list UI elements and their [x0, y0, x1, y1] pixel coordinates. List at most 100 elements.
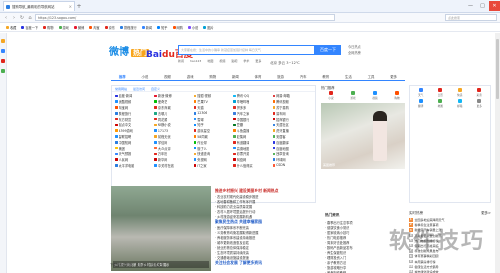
bookmark-item[interactable]: 网购: [172, 25, 183, 30]
site-link[interactable]: 网易·邮箱: [272, 93, 312, 98]
recommend-item[interactable]: 小说: [321, 91, 341, 101]
bookmark-item[interactable]: 新闻: [141, 25, 152, 30]
new-tab-button[interactable]: +: [75, 3, 83, 10]
news-image[interactable]: 乡村振兴新面貌 美丽乡村建设成果展示: [111, 186, 211, 271]
tool-item[interactable]: 更多: [471, 99, 489, 108]
bookmark-item[interactable]: 知乎: [157, 25, 168, 30]
hot-link[interactable]: 新闻: [178, 59, 184, 63]
browser-search-field[interactable]: 点此搜索: [445, 14, 497, 21]
site-link[interactable]: 凤凰网: [233, 157, 272, 162]
sidebar-favorite-icon[interactable]: [1, 39, 5, 43]
grid-subtab[interactable]: 自定义: [151, 87, 160, 91]
site-link[interactable]: 大众点评: [154, 146, 193, 151]
site-link[interactable]: 斗鱼直播: [233, 128, 272, 133]
nav-tab[interactable]: 工具: [360, 74, 383, 79]
bookmark-item[interactable]: 收藏: [6, 25, 16, 30]
site-link[interactable]: 搜狐·视频: [193, 93, 233, 98]
url-field[interactable]: https://123.sogou.com/: [35, 14, 335, 21]
tool-item[interactable]: 翻译: [412, 99, 430, 108]
weibo-logo[interactable]: 微博 热门: [109, 43, 149, 58]
site-link[interactable]: 百度地图: [272, 146, 312, 151]
forward-icon[interactable]: ›: [11, 15, 17, 21]
tool-item[interactable]: 日历: [432, 88, 450, 97]
site-link[interactable]: 易车网: [272, 111, 312, 116]
rank-more-link[interactable]: 更多>: [481, 211, 491, 218]
site-link[interactable]: 赶集网: [233, 134, 272, 139]
site-link[interactable]: 中国银行: [233, 117, 272, 122]
site-link[interactable]: 新浪·微博: [154, 93, 193, 98]
site-link[interactable]: 中关村在线: [154, 163, 193, 168]
nav-tab[interactable]: 汽车: [292, 74, 315, 79]
site-link[interactable]: 游民星空: [193, 128, 233, 133]
bookmark-item[interactable]: 游戏: [58, 25, 69, 30]
grid-subtab[interactable]: 常用网站: [115, 87, 127, 91]
site-link[interactable]: 豆瓣: [233, 122, 272, 127]
recommend-photo[interactable]: 美图推荐: [321, 103, 405, 169]
bookmark-item[interactable]: 图片: [203, 25, 214, 30]
site-link[interactable]: 央视网: [193, 157, 233, 162]
scrollbar-thumb[interactable]: [496, 39, 499, 99]
nav-tab[interactable]: 更多: [382, 74, 405, 79]
site-link[interactable]: 智联招聘: [115, 134, 154, 139]
recommend-item[interactable]: 购物: [387, 91, 407, 101]
bookmark-item[interactable]: 淘宝: [89, 25, 100, 30]
site-link[interactable]: 彩票开奖: [233, 151, 272, 156]
site-link[interactable]: 淘宝网: [115, 105, 154, 110]
site-link[interactable]: 学信网: [154, 140, 193, 145]
site-link[interactable]: 招商银行: [272, 117, 312, 122]
bottom-bar[interactable]: 下载搜狗浏览器 · 设为主页 · 意见反馈: [110, 262, 164, 267]
site-link[interactable]: 腾讯视频: [272, 99, 312, 104]
site-link[interactable]: 美团: [115, 146, 154, 151]
site-link[interactable]: 前程无忧: [154, 134, 193, 139]
site-link[interactable]: 汽车之家: [233, 111, 272, 116]
home-icon[interactable]: ⌂: [27, 15, 33, 21]
bookmark-item[interactable]: 京东: [104, 25, 115, 30]
close-button[interactable]: ✕: [489, 1, 500, 11]
maximize-button[interactable]: □: [477, 1, 488, 11]
sidebar-app-icon[interactable]: [1, 69, 5, 73]
site-link[interactable]: 12306: [193, 111, 233, 115]
hot-link[interactable]: 贴吧: [231, 59, 237, 63]
hot-link[interactable]: hao123: [190, 59, 201, 63]
recommend-item[interactable]: 游戏: [343, 91, 363, 101]
site-link[interactable]: 天猫: [193, 105, 233, 110]
site-link[interactable]: 爱奇艺: [154, 99, 193, 104]
site-link[interactable]: 4399游戏: [115, 128, 154, 133]
news-headline[interactable]: 关注社会发展 了解更多资讯: [215, 260, 315, 266]
site-link[interactable]: 腾讯·QQ: [233, 93, 272, 98]
bookmark-item[interactable]: 微博: [73, 25, 84, 30]
tool-item[interactable]: 天气: [412, 88, 430, 97]
site-link[interactable]: 安居客: [272, 134, 312, 139]
site-link[interactable]: 17173: [154, 129, 193, 133]
site-link[interactable]: 百度翻译: [272, 140, 312, 145]
site-link[interactable]: 虎牙直播: [272, 128, 312, 133]
site-link[interactable]: 中国知网: [115, 140, 154, 145]
site-link[interactable]: 携程旅行: [115, 111, 154, 116]
minimize-button[interactable]: —: [465, 1, 476, 11]
bookmark-item[interactable]: 携程旅行: [120, 25, 137, 30]
site-link[interactable]: 饿了么: [193, 146, 233, 151]
nav-tab[interactable]: 新闻: [224, 74, 247, 79]
site-link[interactable]: 苏宁易购: [272, 105, 312, 110]
site-link[interactable]: 有道翻译: [233, 140, 272, 145]
site-link[interactable]: 京东商城: [154, 105, 193, 110]
tool-item[interactable]: 彩票: [471, 88, 489, 97]
site-link[interactable]: 万年历: [154, 151, 193, 156]
site-link[interactable]: 百度·新闻: [115, 93, 154, 98]
refresh-icon[interactable]: ↻: [19, 15, 25, 21]
tool-item[interactable]: 快递: [451, 88, 469, 97]
nav-tab[interactable]: 推荐: [111, 74, 134, 79]
sidebar-history-icon[interactable]: [1, 49, 5, 53]
tab-close-icon[interactable]: ×: [69, 4, 72, 9]
bookmark-item[interactable]: 小说: [187, 25, 198, 30]
nav-tab[interactable]: 旅游: [269, 74, 292, 79]
site-link[interactable]: 雪球: [193, 117, 233, 122]
site-link[interactable]: 哔哩哔哩: [233, 99, 272, 104]
search-input[interactable]: 大家都在搜：生活中的小确幸 新冠疫苗加强针接种 每日天气: [178, 45, 315, 55]
bookmark-item[interactable]: 百度一下: [21, 25, 38, 30]
site-link[interactable]: CSDN: [272, 163, 312, 167]
tool-item[interactable]: 邮箱: [451, 99, 469, 108]
hot-link[interactable]: 更多: [255, 59, 261, 63]
site-link[interactable]: 去哪儿: [154, 111, 193, 116]
site-link[interactable]: 环球网: [272, 157, 312, 162]
